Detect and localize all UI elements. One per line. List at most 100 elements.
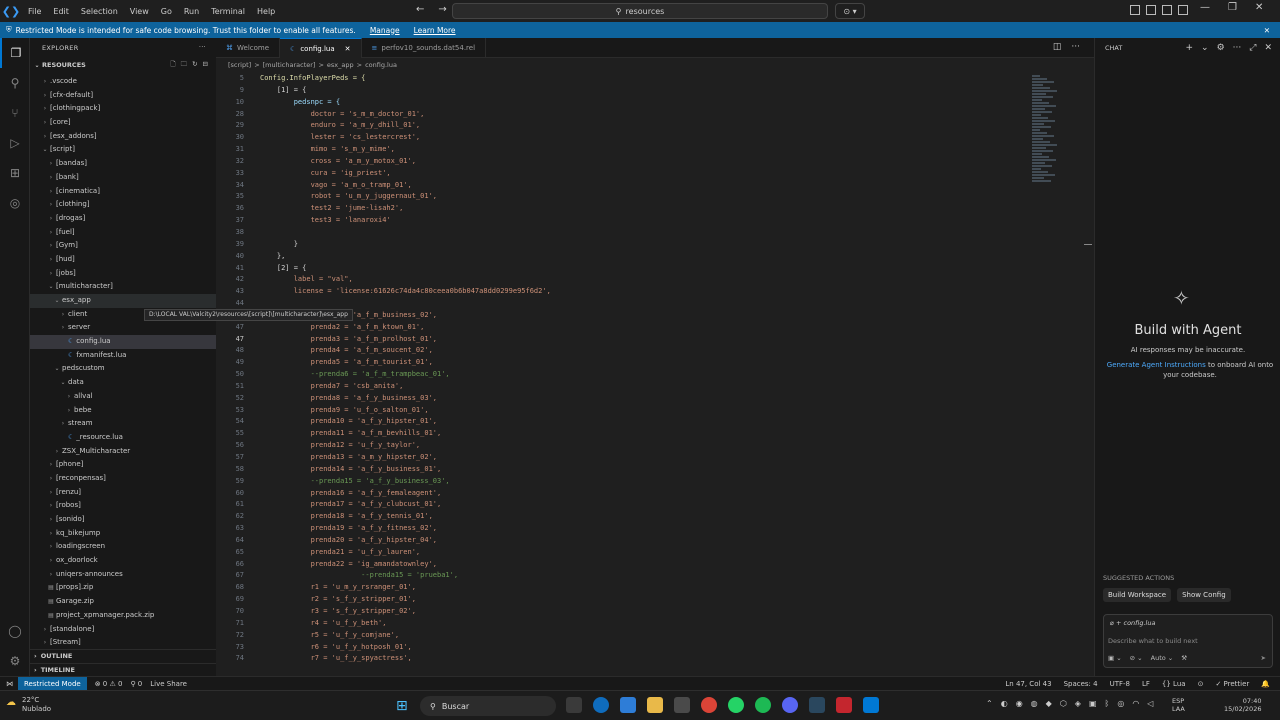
tray-app-icon[interactable]: ◉ [1016, 699, 1023, 708]
build-workspace-button[interactable]: Build Workspace [1103, 588, 1172, 602]
store-icon[interactable] [674, 697, 690, 713]
folder-item[interactable]: › [standalone] [30, 623, 216, 637]
folder-item[interactable]: › [clothingpack] [30, 102, 216, 116]
folder-item[interactable]: › [reconpensas] [30, 472, 216, 486]
code-line[interactable]: 52 prenda8 = 'a_f_y_business_03', [216, 393, 1036, 405]
send-icon[interactable]: ➤ [1261, 654, 1266, 662]
code-line[interactable]: 65 prenda21 = 'u_f_y_lauren', [216, 547, 1036, 559]
show-config-button[interactable]: Show Config [1177, 588, 1231, 602]
tray-app-icon[interactable]: ◎ [1117, 699, 1124, 708]
volume-icon[interactable]: ◁ [1147, 699, 1153, 708]
collapse-all-icon[interactable]: ⊟ [203, 60, 208, 71]
code-line[interactable]: 43 license = 'license:61626c74da4c80ceea… [216, 286, 1036, 298]
folder-item[interactable]: › [renzu] [30, 486, 216, 500]
folder-item[interactable]: ⌄ [multicharacter] [30, 280, 216, 294]
code-line[interactable]: 49 prenda5 = 'a_f_m_tourist_01', [216, 357, 1036, 369]
code-line[interactable]: 66 prenda22 = 'ig_amandatownley', [216, 559, 1036, 571]
extensions-icon[interactable]: ⊞ [0, 158, 30, 188]
maximize-icon[interactable]: ❐ [1228, 2, 1237, 13]
menu-item-run[interactable]: Run [178, 7, 205, 16]
model-picker[interactable]: Auto ⌄ [1151, 654, 1174, 662]
code-line[interactable]: 48 prenda4 = 'a_f_m_soucent_02', [216, 345, 1036, 357]
folder-item[interactable]: › [drogas] [30, 212, 216, 226]
code-line[interactable]: 10 pedsnpc = { [216, 97, 1036, 109]
tray-app-icon[interactable]: ⬡ [1060, 699, 1067, 708]
folder-item[interactable]: ⌄ pedscustom [30, 362, 216, 376]
folder-item[interactable]: › uniqers-announces [30, 568, 216, 582]
folder-item[interactable]: › [bandas] [30, 157, 216, 171]
close-icon[interactable]: ✕ [1264, 26, 1270, 35]
new-folder-icon[interactable]: 🗀 [181, 60, 188, 71]
tab-perfov10-sounds-dat54-rel[interactable]: ≡ perfov10_sounds.dat54.rel [362, 38, 487, 58]
clock[interactable]: 07:40 15/02/2026 [1224, 697, 1261, 713]
folder-item[interactable]: › [jobs] [30, 267, 216, 281]
code-line[interactable]: 31 mimo = 's_m_y_mime', [216, 144, 1036, 156]
code-line[interactable]: 62 prenda18 = 'a_f_y_tennis_01', [216, 511, 1036, 523]
tab-config-lua[interactable]: ☾ config.lua ✕ [280, 38, 362, 58]
code-line[interactable]: 53 prenda9 = 'u_f_o_salton_01', [216, 405, 1036, 417]
minimap[interactable] [1032, 74, 1062, 184]
indentation[interactable]: Spaces: 4 [1064, 680, 1098, 688]
code-line[interactable]: 41 [2] = { [216, 263, 1036, 275]
folder-item[interactable]: › [robos] [30, 499, 216, 513]
code-line[interactable]: 59 --prenda15 = 'a_f_y_business_03', [216, 476, 1036, 488]
cursor-position[interactable]: Ln 47, Col 43 [1005, 680, 1051, 688]
folder-item[interactable]: › stream [30, 417, 216, 431]
code-view[interactable]: 5 Config.InfoPlayerPeds = {9 [1] = {10 pe… [216, 73, 1036, 665]
menu-item-go[interactable]: Go [155, 7, 178, 16]
code-line[interactable]: 40 }, [216, 251, 1036, 263]
tools-icon[interactable]: ⊘ ⌄ [1130, 654, 1143, 662]
folder-item[interactable]: › ox_doorlock [30, 554, 216, 568]
code-line[interactable]: 47 prenda3 = 'a_f_m_prolhost_01', [216, 334, 1036, 346]
explorer-icon[interactable]: ❐ [0, 38, 30, 68]
folder-item[interactable]: › .vscode [30, 75, 216, 89]
chevron-up-icon[interactable]: ⌃ [986, 699, 993, 708]
code-line[interactable]: 5 Config.InfoPlayerPeds = { [216, 73, 1036, 85]
code-line[interactable]: 74 r7 = 'u_f_y_spyactress', [216, 653, 1036, 665]
eol[interactable]: LF [1142, 680, 1150, 688]
file-item[interactable]: ☾ _resource.lua [30, 431, 216, 445]
code-line[interactable]: 57 prenda13 = 'a_m_y_hipster_02', [216, 452, 1036, 464]
split-editor-icon[interactable]: ◫ [1053, 42, 1062, 52]
generate-instructions-link[interactable]: Generate Agent Instructions [1107, 361, 1206, 369]
folder-item[interactable]: › [sonido] [30, 513, 216, 527]
code-line[interactable]: 73 r6 = 'u_f_y_hotposh_01', [216, 642, 1036, 654]
windows-start-icon[interactable]: ⊞ [396, 698, 408, 714]
code-line[interactable]: 32 cross = 'a_m_y_motox_01', [216, 156, 1036, 168]
layout-icon[interactable] [1130, 5, 1140, 15]
breadcrumb-item[interactable]: [multicharacter] [263, 61, 316, 69]
language-mode[interactable]: {} Lua [1162, 680, 1186, 688]
file-item[interactable]: ☾ fxmanifest.lua [30, 349, 216, 363]
gear-icon[interactable]: ⚙ [1217, 43, 1225, 53]
close-tab-icon[interactable]: ✕ [345, 45, 351, 53]
menu-item-selection[interactable]: Selection [75, 7, 124, 16]
folder-item[interactable]: › allval [30, 390, 216, 404]
search-icon[interactable]: ⚲ [0, 68, 30, 98]
attach-icon[interactable]: ⌀ + [1110, 619, 1124, 627]
account-icon[interactable]: ◯ [0, 616, 30, 646]
code-line[interactable]: 29 enduro = 'a_m_y_dhill_01', [216, 120, 1036, 132]
code-line[interactable]: 60 prenda16 = 'a_f_y_femaleagent', [216, 488, 1036, 500]
agent-mode-icon[interactable]: ▣ ⌄ [1108, 654, 1122, 662]
tray-app-icon[interactable]: ◆ [1046, 699, 1052, 708]
code-line[interactable]: 50 --prenda6 = 'a_f_m_trampbeac_01', [216, 369, 1036, 381]
folder-item[interactable]: › [phone] [30, 458, 216, 472]
code-line[interactable]: 9 [1] = { [216, 85, 1036, 97]
configure-tools-icon[interactable]: ⚒ [1181, 654, 1187, 662]
code-line[interactable]: 33 cura = 'ig_priest', [216, 168, 1036, 180]
ports-status[interactable]: ⚲ 0 [130, 680, 142, 688]
manage-link[interactable]: Manage [370, 26, 400, 35]
chevron-down-icon[interactable]: ⌄ [1201, 43, 1209, 53]
steam-icon[interactable] [809, 697, 825, 713]
outline-section[interactable]: › OUTLINE [30, 649, 216, 662]
wifi-icon[interactable]: ◠ [1132, 699, 1139, 708]
menu-item-edit[interactable]: Edit [47, 7, 75, 16]
edge-icon[interactable] [593, 697, 609, 713]
tray-app-icon[interactable]: ▣ [1089, 699, 1097, 708]
source-control-icon[interactable]: ⑂ [0, 98, 30, 128]
folder-item[interactable]: › [clothing] [30, 198, 216, 212]
learn-more-link[interactable]: Learn More [414, 26, 456, 35]
folder-item[interactable]: › [Gym] [30, 239, 216, 253]
menu-item-help[interactable]: Help [251, 7, 281, 16]
folder-item[interactable]: ⌄ [script] [30, 143, 216, 157]
